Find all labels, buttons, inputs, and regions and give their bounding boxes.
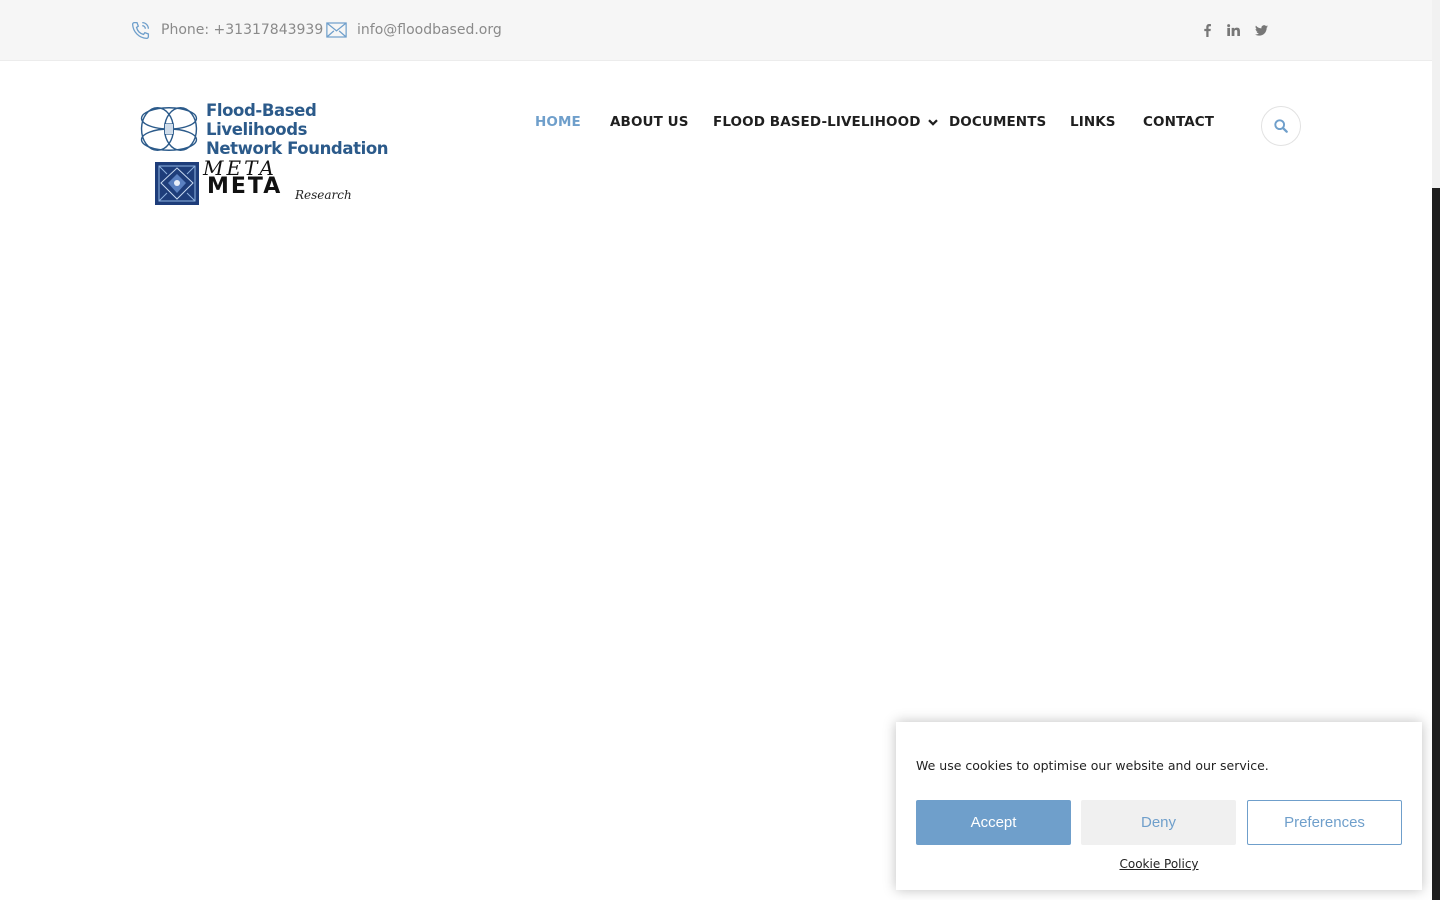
search-icon [1274, 119, 1288, 133]
logo-line-2: Network Foundation [205, 138, 389, 158]
flower-emblem-icon [140, 107, 198, 151]
logo-line-1: Flood-Based Livelihoods [205, 100, 317, 139]
flood-based-logo[interactable]: Flood-Based Livelihoods Network Foundati… [138, 101, 398, 158]
top-info-bar: Phone: +31317843939 info@floodbased.org [0, 0, 1432, 61]
accept-button[interactable]: Accept [916, 800, 1071, 845]
cookie-consent-banner: We use cookies to optimise our website a… [896, 722, 1422, 890]
linkedin-icon[interactable] [1223, 19, 1243, 41]
envelope-icon [326, 22, 347, 38]
meta-pattern-tile-icon [155, 162, 199, 205]
twitter-icon[interactable] [1251, 19, 1271, 41]
phone-label: Phone: +31317843939 [161, 22, 324, 38]
cookie-message: We use cookies to optimise our website a… [916, 758, 1269, 773]
cookie-policy-link[interactable]: Cookie Policy [896, 857, 1422, 871]
nav-item-links[interactable]: LINKS [1070, 114, 1116, 130]
facebook-icon[interactable] [1197, 19, 1217, 41]
nav-item-flood-label: FLOOD BASED-LIVELIHOOD [713, 114, 921, 130]
logo-text: Flood-Based Livelihoods Network Foundati… [206, 101, 398, 158]
chevron-down-icon [927, 118, 938, 126]
meta-research-text: Research [295, 188, 352, 202]
phone-icon [131, 21, 150, 39]
preferences-button[interactable]: Preferences [1247, 800, 1402, 845]
scrollbar-thumb[interactable] [1432, 188, 1440, 900]
nav-item-flood-based-livelihood[interactable]: FLOOD BASED-LIVELIHOOD [713, 114, 938, 130]
email-label: info@floodbased.org [357, 22, 502, 38]
email-contact[interactable]: info@floodbased.org [326, 0, 502, 60]
meta-research-logo[interactable]: META META Research [155, 156, 375, 206]
phone-contact[interactable]: Phone: +31317843939 [130, 0, 323, 60]
search-button[interactable] [1261, 106, 1301, 146]
nav-item-documents[interactable]: DOCUMENTS [949, 114, 1046, 130]
meta-word-text: META [207, 174, 283, 199]
nav-item-about-us[interactable]: ABOUT US [610, 114, 689, 130]
deny-button[interactable]: Deny [1081, 800, 1236, 845]
nav-item-contact[interactable]: CONTACT [1143, 114, 1214, 130]
nav-item-home[interactable]: HOME [535, 114, 581, 130]
